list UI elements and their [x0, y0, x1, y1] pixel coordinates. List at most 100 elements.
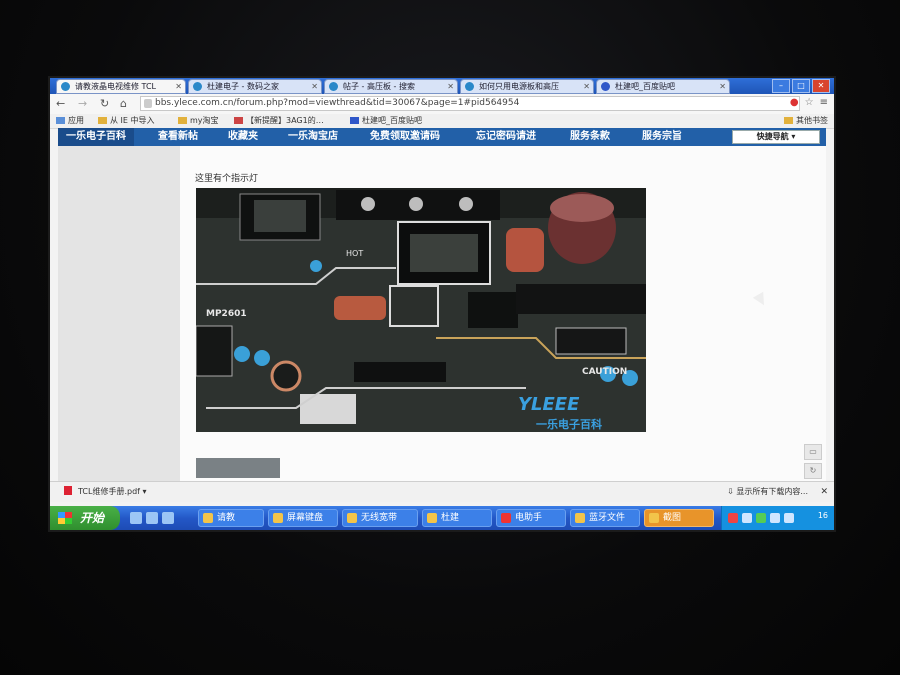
close-icon[interactable]: ✕	[583, 80, 590, 93]
download-item[interactable]: TCL维修手册.pdf ▾	[64, 482, 147, 502]
tab-3[interactable]: 帖子 - 高压板 - 搜索 ✕	[324, 79, 458, 94]
close-icon[interactable]: ✕	[719, 80, 726, 93]
window-controls: – □ ✕	[772, 79, 830, 93]
reload-icon[interactable]: ↻	[100, 97, 109, 110]
comment-icon[interactable]: ▭	[804, 444, 822, 460]
downloads-bar: TCL维修手册.pdf ▾ ⇩ 显示所有下载内容... ✕	[50, 481, 834, 502]
post-text: 这里有个指示灯	[195, 174, 259, 184]
bookmark-other[interactable]: 其他书签	[784, 114, 828, 128]
nav-item-favorites[interactable]: 收藏夹	[228, 128, 258, 146]
tray-app-icon[interactable]	[728, 513, 738, 523]
network-icon[interactable]	[770, 513, 780, 523]
nav-item-forgot-password[interactable]: 忘记密码请进	[476, 128, 536, 146]
network-icon	[347, 513, 357, 523]
taskbar-item[interactable]: 蓝牙文件	[570, 509, 640, 527]
clock[interactable]: 16	[818, 511, 828, 520]
pcb-label-caution: CAUTION	[582, 367, 627, 377]
adblock-icon[interactable]: ●	[790, 97, 799, 108]
taskbar-item[interactable]: 请教	[198, 509, 264, 527]
screen: 请教液晶电视维修 TCL ✕ 杜建电子 - 数码之家 ✕ 帖子 - 高压板 - …	[50, 78, 834, 530]
page-favicon-icon	[329, 82, 338, 91]
start-button[interactable]: 开始	[50, 506, 120, 530]
bookmark-new-reminder[interactable]: 【新提醒】3AG1的…	[234, 114, 324, 128]
menu-icon[interactable]: ≡	[820, 97, 828, 108]
taskbar-item-active[interactable]: 截图	[644, 509, 714, 527]
nav-item-taobao[interactable]: 一乐淘宝店	[288, 128, 338, 146]
page-info-icon[interactable]	[144, 99, 152, 108]
bookmarks-bar: 应用 从 IE 中导入 my淘宝 【新提醒】3AG1的… 杜建吧_百度贴吧 其他…	[50, 114, 834, 129]
nav-item-purpose[interactable]: 服务宗旨	[642, 128, 682, 146]
pcb-label-model: MP2601	[206, 309, 247, 319]
chrome-icon[interactable]	[162, 512, 174, 524]
minimize-icon[interactable]: –	[772, 79, 790, 93]
tab-5[interactable]: 杜建吧_百度贴吧 ✕	[596, 79, 730, 94]
taskbar-item[interactable]: 电助手	[496, 509, 566, 527]
browser-titlebar: 请教液晶电视维修 TCL ✕ 杜建电子 - 数码之家 ✕ 帖子 - 高压板 - …	[50, 78, 834, 94]
folder-icon	[784, 117, 793, 124]
tab-label: 如何只用电源板和高压	[479, 82, 559, 91]
nav-item-new-posts[interactable]: 查看新帖	[158, 128, 198, 146]
taskbar-item[interactable]: 杜建	[422, 509, 492, 527]
taskbar-item[interactable]: 无线宽带	[342, 509, 418, 527]
bookmark-tieba[interactable]: 杜建吧_百度贴吧	[350, 114, 422, 128]
pcb-label-hot: HOT	[346, 249, 363, 258]
refresh-icon[interactable]: ↻	[804, 463, 822, 479]
browser-toolbar: ← → ↻ ⌂ bbs.ylece.com.cn/forum.php?mod=v…	[50, 94, 834, 115]
tab-label: 请教液晶电视维修 TCL	[75, 82, 157, 91]
phone-helper-icon	[501, 513, 511, 523]
forward-arrow-icon[interactable]: →	[78, 97, 87, 110]
tab-1[interactable]: 请教液晶电视维修 TCL ✕	[56, 79, 186, 94]
back-arrow-icon[interactable]: ←	[56, 97, 65, 110]
close-icon[interactable]: ✕	[820, 482, 828, 502]
toolbar-icons: ● ☆ ≡	[790, 97, 828, 108]
page-favicon-icon	[193, 82, 202, 91]
close-icon[interactable]: ✕	[175, 80, 182, 93]
star-icon[interactable]: ☆	[805, 97, 814, 108]
keyboard-icon	[273, 513, 283, 523]
watermark-text: 一乐电子百科	[536, 417, 602, 431]
post-image-circuit-board[interactable]: MP2601 CAUTION HOT YLEEE 一乐电子百科	[196, 188, 646, 432]
folder-icon	[98, 117, 107, 124]
folder-icon	[427, 513, 437, 523]
post-author-column	[58, 146, 180, 502]
maximize-icon[interactable]: □	[792, 79, 810, 93]
bookmark-apps[interactable]: 应用	[56, 114, 84, 128]
quick-launch	[130, 512, 174, 524]
tab-label: 杜建电子 - 数码之家	[207, 82, 279, 91]
tray-app-icon[interactable]	[756, 513, 766, 523]
post-image-second[interactable]	[196, 458, 280, 478]
close-icon[interactable]: ✕	[311, 80, 318, 93]
watermark-logo-text: YLEEE	[518, 394, 580, 415]
close-window-icon[interactable]: ✕	[812, 79, 830, 93]
show-desktop-icon[interactable]	[130, 512, 142, 524]
tab-2[interactable]: 杜建电子 - 数码之家 ✕	[188, 79, 322, 94]
nav-item-terms[interactable]: 服务条款	[570, 128, 610, 146]
volume-icon[interactable]	[784, 513, 794, 523]
nav-item-invite-code[interactable]: 免费领取邀请码	[370, 128, 440, 146]
page-favicon-icon	[465, 82, 474, 91]
tray-app-icon[interactable]	[742, 513, 752, 523]
address-bar[interactable]: bbs.ylece.com.cn/forum.php?mod=viewthrea…	[140, 96, 800, 111]
windows-taskbar: 开始 请教 屏幕键盘 无线宽带 杜建 电助手 蓝牙文件 截图 16	[50, 506, 834, 530]
pdf-file-icon	[64, 486, 72, 495]
site-nav: 一乐电子百科 查看新帖 收藏夹 一乐淘宝店 免费领取邀请码 忘记密码请进 服务条…	[58, 128, 826, 146]
apps-icon	[56, 117, 65, 124]
bookmark-my-taobao[interactable]: my淘宝	[178, 114, 219, 128]
tab-label: 帖子 - 高压板 - 搜索	[343, 82, 415, 91]
page-favicon-icon	[61, 82, 70, 91]
page-favicon-icon	[350, 117, 359, 124]
page-favicon-icon	[601, 82, 610, 91]
tab-label: 杜建吧_百度贴吧	[615, 82, 675, 91]
bookmark-ie-import[interactable]: 从 IE 中导入	[98, 114, 155, 128]
show-all-downloads-link[interactable]: ⇩ 显示所有下载内容...	[727, 482, 808, 502]
ie-icon[interactable]	[146, 512, 158, 524]
close-icon[interactable]: ✕	[447, 80, 454, 93]
taskbar-item[interactable]: 屏幕键盘	[268, 509, 338, 527]
chrome-icon	[203, 513, 213, 523]
home-icon[interactable]: ⌂	[120, 97, 127, 110]
quick-nav-button[interactable]: 快捷导航 ▾	[732, 130, 820, 144]
circuit-board-photo: MP2601 CAUTION HOT YLEEE 一乐电子百科	[196, 188, 646, 432]
tab-4[interactable]: 如何只用电源板和高压 ✕	[460, 79, 594, 94]
folder-icon	[178, 117, 187, 124]
nav-item-baike[interactable]: 一乐电子百科	[58, 128, 134, 146]
